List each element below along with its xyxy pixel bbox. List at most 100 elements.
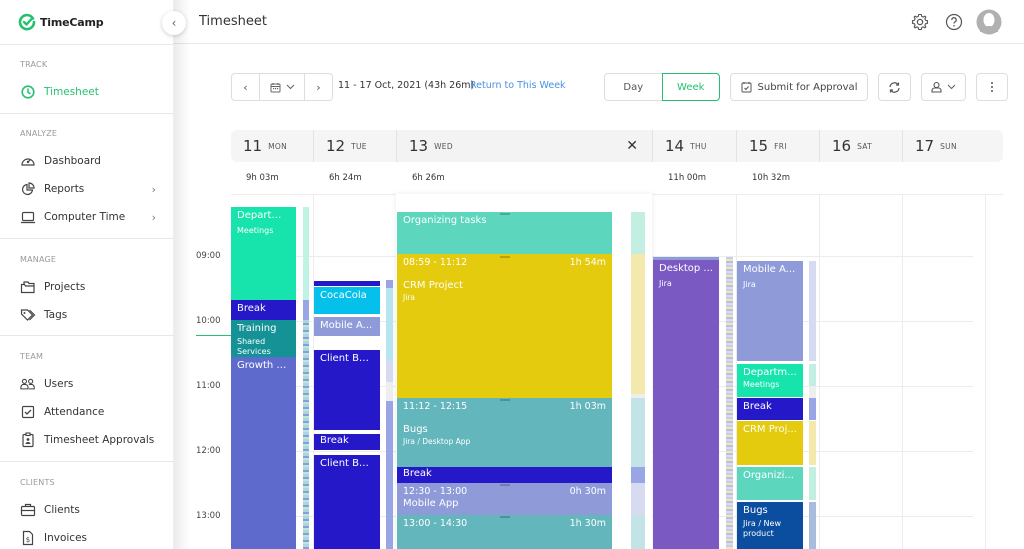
sidebar-item-dashboard[interactable]: Dashboard bbox=[20, 151, 160, 171]
time-entry[interactable]: Break bbox=[231, 300, 296, 320]
sidebar-item-computer-time[interactable]: Computer Time › bbox=[20, 207, 160, 227]
entry-duration: 1h 54m bbox=[569, 257, 606, 268]
resize-handle[interactable] bbox=[499, 516, 510, 518]
tag-icon bbox=[20, 307, 36, 323]
day-total-wed: 6h 26m bbox=[412, 173, 445, 183]
time-entry[interactable]: Break bbox=[397, 467, 612, 483]
time-entry[interactable]: Break bbox=[737, 398, 803, 420]
day-header-sat[interactable]: 16 SAT bbox=[820, 130, 903, 162]
computer-activity-strip bbox=[809, 467, 816, 500]
time-entry[interactable]: 08:59 - 11:12 1h 54m CRM Project Jira bbox=[397, 254, 612, 398]
computer-activity-strip bbox=[809, 398, 816, 420]
entry-duration: 1h 30m bbox=[569, 518, 606, 529]
resize-handle[interactable] bbox=[499, 399, 510, 401]
day-header-wed[interactable]: 13 WED ✕ bbox=[397, 130, 653, 162]
sidebar-item-label: Invoices bbox=[44, 532, 88, 544]
day-number: 11 bbox=[243, 137, 263, 155]
entry-subtitle: Shared Services bbox=[237, 337, 271, 357]
sidebar-item-timesheet[interactable]: Timesheet bbox=[20, 82, 160, 102]
sidebar-item-label: Reports bbox=[44, 183, 85, 195]
previous-week-button[interactable]: ‹ bbox=[232, 74, 260, 100]
time-entry[interactable]: Growth s... bbox=[231, 357, 296, 549]
resize-handle[interactable] bbox=[499, 213, 510, 215]
sidebar-item-reports[interactable]: Reports › bbox=[20, 179, 160, 199]
sidebar-item-attendance[interactable]: Attendance bbox=[20, 402, 160, 422]
time-entry[interactable]: Training Shared Services bbox=[231, 320, 296, 357]
day-header-thu[interactable]: 14 THU bbox=[653, 130, 737, 162]
invoice-icon: $ bbox=[20, 530, 36, 546]
resize-handle[interactable] bbox=[499, 484, 510, 486]
sidebar-shadow bbox=[174, 0, 190, 549]
user-avatar[interactable] bbox=[976, 9, 1002, 35]
sidebar-item-timesheet-approvals[interactable]: Timesheet Approvals bbox=[20, 430, 160, 450]
sidebar-item-users[interactable]: Users bbox=[20, 374, 160, 394]
entry-time-range: 11:12 - 12:15 bbox=[403, 401, 468, 412]
day-total-thu: 11h 00m bbox=[668, 173, 707, 183]
time-entry[interactable]: 12:30 - 13:00 0h 30m Mobile App bbox=[397, 483, 612, 515]
time-entry[interactable]: Mobile A... bbox=[314, 317, 380, 336]
svg-text:$: $ bbox=[26, 536, 30, 544]
next-week-button[interactable]: › bbox=[305, 74, 332, 100]
view-day-button[interactable]: Day bbox=[605, 74, 662, 100]
time-entry[interactable]: Organizi... bbox=[737, 467, 803, 500]
time-entry[interactable]: 13:00 - 14:30 1h 30m bbox=[397, 515, 612, 549]
sidebar-item-invoices[interactable]: $ Invoices bbox=[20, 528, 160, 548]
sidebar-item-projects[interactable]: Projects bbox=[20, 277, 160, 297]
sidebar-item-tags[interactable]: Tags bbox=[20, 305, 160, 325]
day-number: 13 bbox=[409, 137, 429, 155]
logo[interactable]: TimeCamp bbox=[18, 12, 104, 32]
computer-activity-strip bbox=[631, 212, 645, 254]
entry-title: Growth s... bbox=[237, 360, 290, 371]
view-week-button[interactable]: Week bbox=[661, 73, 720, 101]
chevron-down-icon bbox=[947, 84, 956, 90]
submit-for-approval-button[interactable]: Submit for Approval bbox=[730, 73, 868, 101]
time-entry[interactable]: 11:12 - 12:15 1h 03m Bugs Jira / Desktop … bbox=[397, 398, 612, 467]
time-entry[interactable]: Desktop ... Jira bbox=[653, 257, 719, 549]
time-entry[interactable]: Bugs Jira / New product bbox=[737, 502, 803, 549]
entry-title: Break bbox=[320, 435, 349, 446]
time-entry[interactable]: CocaCola bbox=[314, 287, 380, 314]
time-entry[interactable]: Departm... Meetings bbox=[231, 207, 296, 300]
time-entry[interactable]: CRM Proj... bbox=[737, 421, 803, 465]
entry-title: Departm... bbox=[743, 367, 797, 378]
date-picker-button[interactable] bbox=[260, 74, 305, 100]
chevron-down-icon bbox=[286, 84, 294, 90]
resize-handle[interactable] bbox=[499, 256, 510, 258]
time-entry[interactable] bbox=[314, 281, 380, 286]
day-of-week: SAT bbox=[857, 141, 873, 151]
day-header-sun[interactable]: 17 SUN bbox=[903, 130, 1003, 162]
user-filter-dropdown[interactable] bbox=[921, 73, 966, 101]
divider bbox=[0, 44, 174, 45]
settings-button[interactable] bbox=[909, 11, 931, 33]
day-header-mon[interactable]: 11 MON bbox=[231, 130, 314, 162]
refresh-button[interactable] bbox=[878, 73, 911, 101]
close-day-icon[interactable]: ✕ bbox=[626, 138, 638, 154]
time-entry[interactable]: Client BC... bbox=[314, 350, 380, 430]
help-button[interactable] bbox=[943, 11, 965, 33]
day-of-week: WED bbox=[434, 141, 453, 151]
entry-duration: 0h 30m bbox=[569, 486, 606, 497]
time-entry[interactable]: Break bbox=[314, 434, 380, 450]
computer-activity-strip bbox=[809, 421, 816, 465]
return-to-this-week-link[interactable]: Return to This Week bbox=[470, 80, 566, 91]
collapse-sidebar-button[interactable]: ‹ bbox=[162, 11, 186, 35]
entry-title: Training bbox=[237, 323, 277, 334]
time-entry[interactable]: Client BC... bbox=[314, 455, 380, 549]
entry-subtitle: Meetings bbox=[237, 226, 274, 235]
divider bbox=[0, 461, 174, 462]
time-entry[interactable]: Mobile A... Jira bbox=[737, 261, 803, 361]
time-entry[interactable]: Departm... Meetings bbox=[737, 364, 803, 397]
time-entry[interactable]: Organizing tasks bbox=[397, 212, 612, 254]
computer-activity-strip bbox=[809, 364, 816, 386]
briefcase-icon bbox=[20, 502, 36, 518]
entry-subtitle: Jira bbox=[403, 293, 415, 302]
top-bar: Timesheet bbox=[174, 0, 1024, 44]
computer-activity-strip bbox=[631, 467, 645, 483]
grid-line bbox=[819, 194, 820, 549]
sidebar-item-clients[interactable]: Clients bbox=[20, 500, 160, 520]
chevron-left-icon: ‹ bbox=[243, 80, 248, 94]
more-options-button[interactable] bbox=[976, 73, 1008, 101]
folder-icon bbox=[20, 279, 36, 295]
day-header-tue[interactable]: 12 TUE bbox=[314, 130, 397, 162]
day-header-fri[interactable]: 15 FRI bbox=[737, 130, 820, 162]
